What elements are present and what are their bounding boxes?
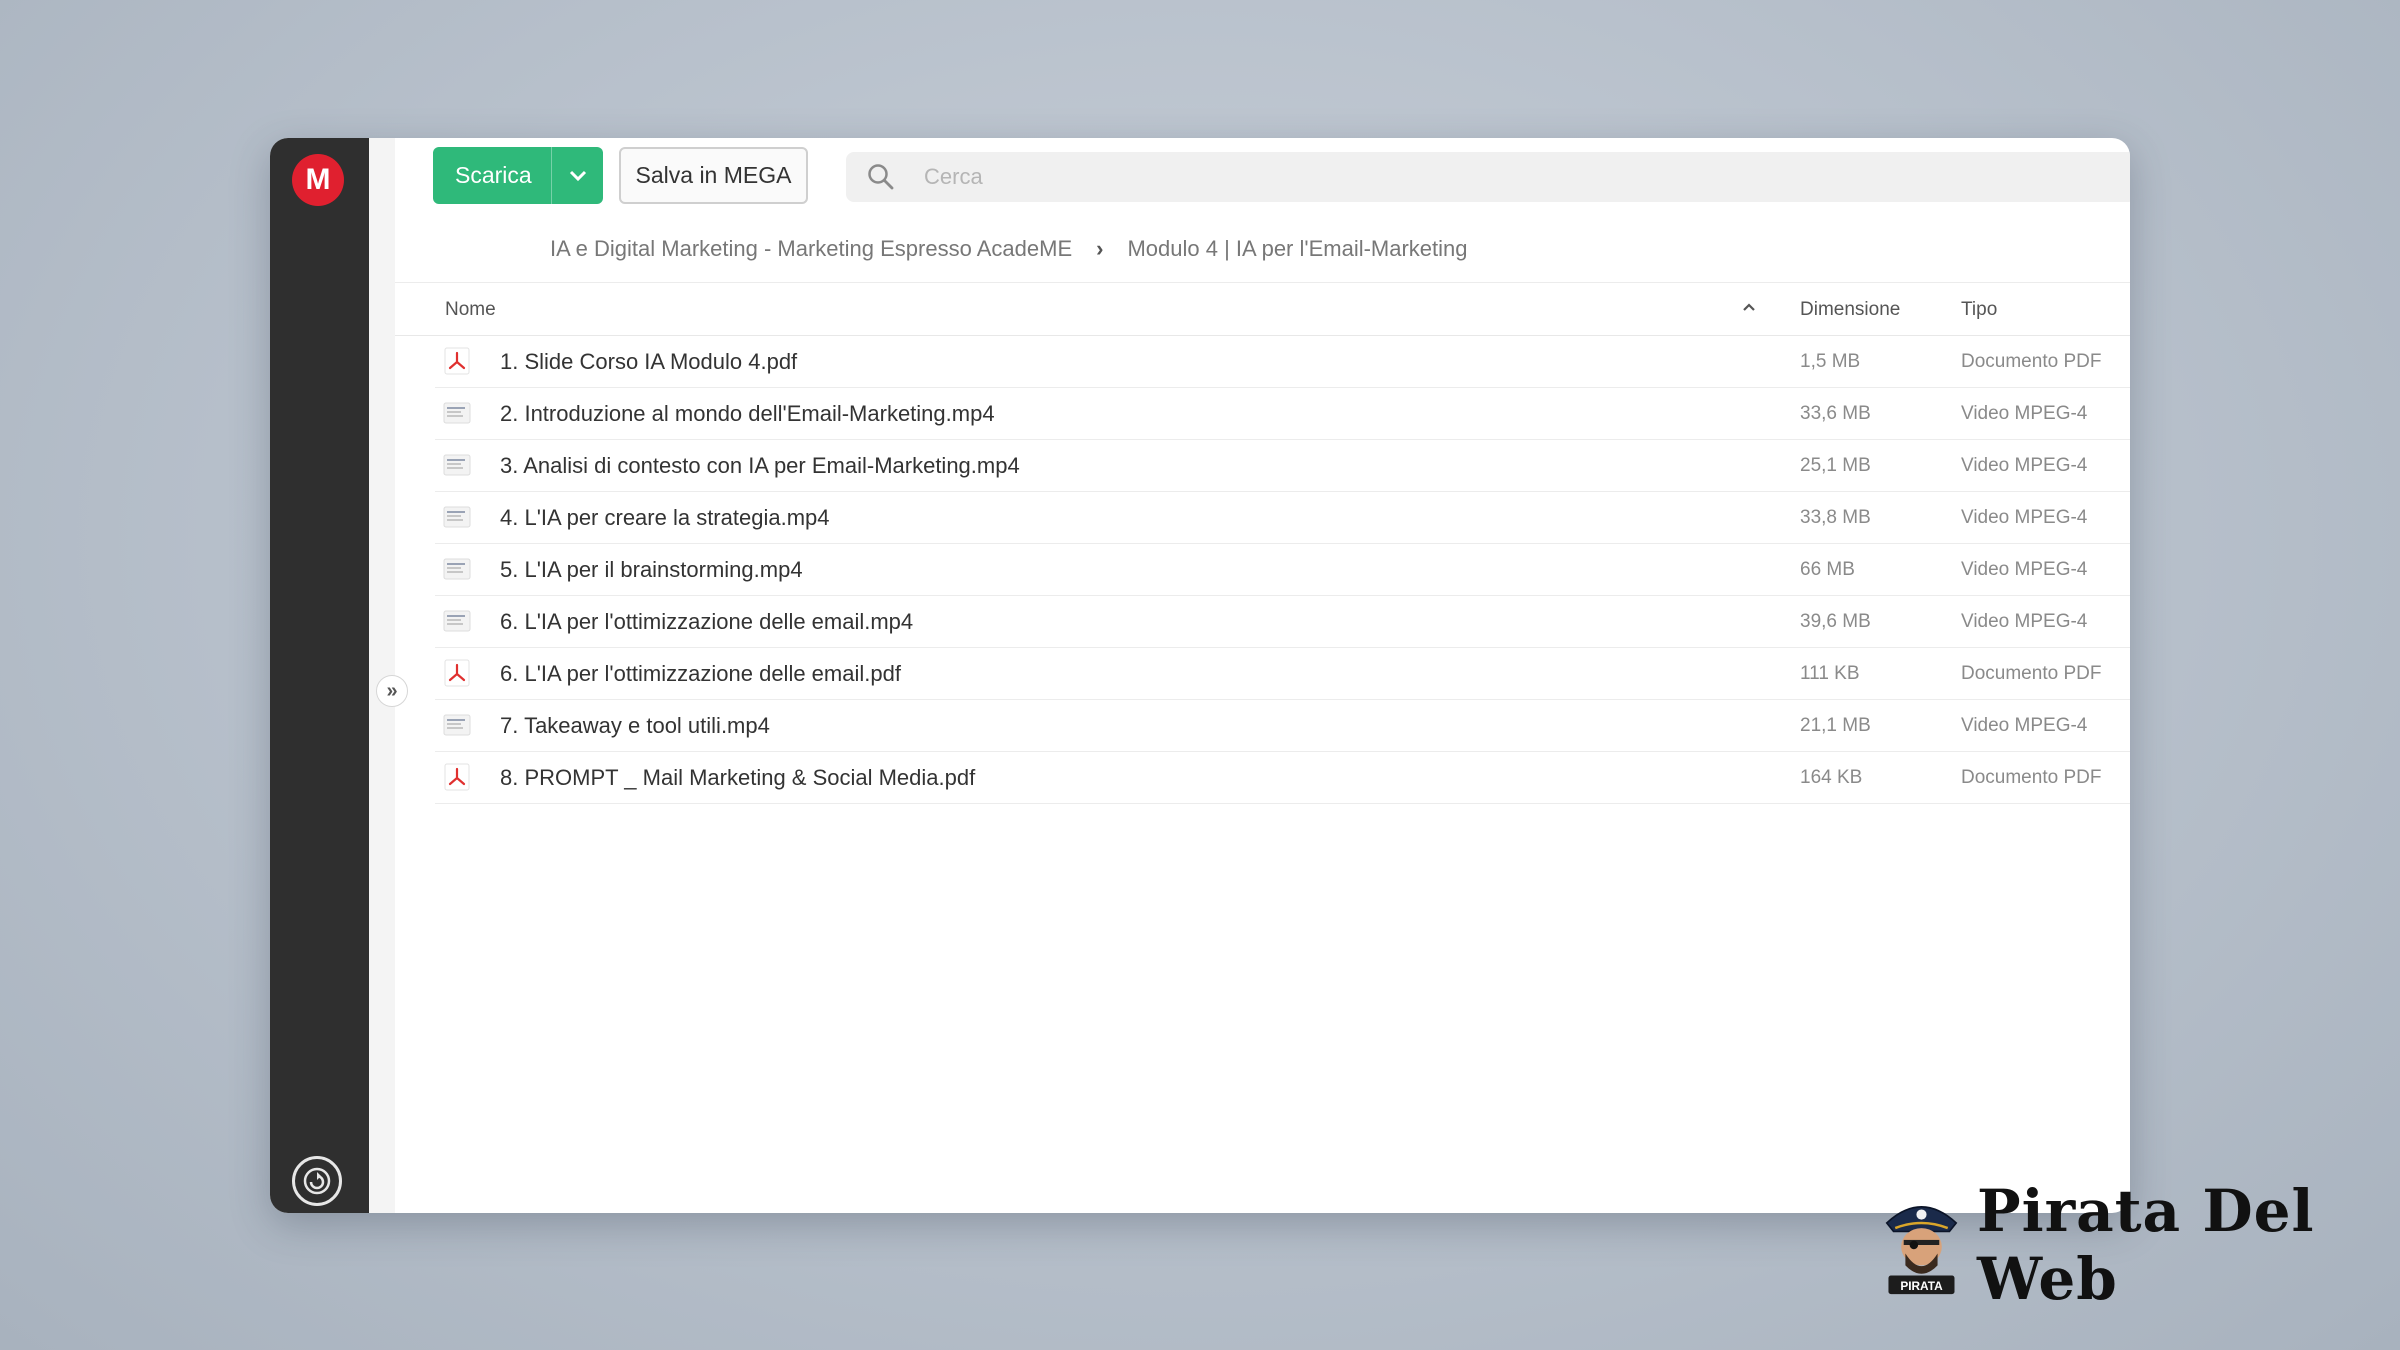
file-size: 66 MB bbox=[1800, 559, 1855, 580]
file-table: Nome Dimensione Tipo 1. Slide Corso IA M… bbox=[395, 282, 2130, 804]
sort-ascending-icon[interactable] bbox=[1741, 297, 1757, 319]
file-type: Documento PDF bbox=[1961, 663, 2102, 684]
pdf-icon bbox=[443, 763, 471, 791]
table-row[interactable]: 1. Slide Corso IA Modulo 4.pdf 1,5 MB Docu… bbox=[435, 336, 2130, 388]
file-type: Video MPEG-4 bbox=[1961, 559, 2088, 580]
column-type-header[interactable]: Tipo bbox=[1961, 299, 1997, 321]
save-to-mega-button[interactable]: Salva in MEGA bbox=[619, 147, 808, 204]
file-name[interactable]: 2. Introduzione al mondo dell'Email-Mark… bbox=[500, 401, 995, 427]
table-row[interactable]: 5. L'IA per il brainstorming.mp4 66 MB Vid… bbox=[435, 544, 2130, 596]
video-thumbnail-icon bbox=[443, 555, 471, 583]
table-header: Nome Dimensione Tipo bbox=[395, 282, 2130, 336]
account-icon[interactable] bbox=[292, 1156, 342, 1206]
column-name-header[interactable]: Nome bbox=[445, 299, 496, 321]
search-input[interactable] bbox=[922, 163, 2026, 191]
file-name[interactable]: 6. L'IA per l'ottimizzazione delle email… bbox=[500, 661, 901, 687]
file-size: 25,1 MB bbox=[1800, 455, 1871, 476]
video-thumbnail-icon bbox=[443, 503, 471, 531]
breadcrumb: IA e Digital Marketing - Marketing Espre… bbox=[550, 226, 1468, 272]
chevron-down-icon[interactable] bbox=[552, 170, 603, 182]
breadcrumb-parent[interactable]: IA e Digital Marketing - Marketing Espre… bbox=[550, 236, 1072, 262]
brand-name: Pirata Del Web bbox=[1976, 1177, 2315, 1313]
file-type: Documento PDF bbox=[1961, 767, 2102, 788]
table-row[interactable]: 6. L'IA per l'ottimizzazione delle email… bbox=[435, 596, 2130, 648]
file-list: 1. Slide Corso IA Modulo 4.pdf 1,5 MB Docu… bbox=[395, 336, 2130, 804]
pdf-icon bbox=[443, 659, 471, 687]
breadcrumb-current[interactable]: Modulo 4 | IA per l'Email-Marketing bbox=[1127, 236, 1467, 262]
file-name[interactable]: 5. L'IA per il brainstorming.mp4 bbox=[500, 557, 803, 583]
file-type: Documento PDF bbox=[1961, 351, 2102, 372]
mega-window: M » Scarica Salva in MEGA IA e Digi bbox=[270, 138, 2130, 1213]
video-thumbnail-icon bbox=[443, 711, 471, 739]
table-row[interactable]: 7. Takeaway e tool utili.mp4 21,1 MB Video… bbox=[435, 700, 2130, 752]
video-thumbnail-icon bbox=[443, 451, 471, 479]
brand-watermark: PIRATA Pirata Del Web bbox=[1880, 1177, 2400, 1313]
table-row[interactable]: 3. Analisi di contesto con IA per Email-… bbox=[435, 440, 2130, 492]
file-name[interactable]: 7. Takeaway e tool utili.mp4 bbox=[500, 713, 770, 739]
file-type: Video MPEG-4 bbox=[1961, 715, 2088, 736]
table-row[interactable]: 8. PROMPT _ Mail Marketing & Social Medi… bbox=[435, 752, 2130, 804]
video-thumbnail-icon bbox=[443, 399, 471, 427]
file-size: 21,1 MB bbox=[1800, 715, 1871, 736]
file-size: 33,6 MB bbox=[1800, 403, 1871, 424]
pirate-mascot-icon: PIRATA bbox=[1885, 1206, 1958, 1295]
download-button[interactable]: Scarica bbox=[433, 147, 603, 204]
mascot-label: PIRATA bbox=[1900, 1279, 1943, 1293]
file-size: 1,5 MB bbox=[1800, 351, 1861, 372]
table-row[interactable]: 2. Introduzione al mondo dell'Email-Mark… bbox=[435, 388, 2130, 440]
column-size-header[interactable]: Dimensione bbox=[1800, 299, 1900, 321]
file-name[interactable]: 6. L'IA per l'ottimizzazione delle email… bbox=[500, 609, 913, 635]
file-size: 111 KB bbox=[1800, 663, 1860, 684]
left-rail: M bbox=[270, 138, 369, 1213]
file-name[interactable]: 3. Analisi di contesto con IA per Email-… bbox=[500, 453, 1020, 479]
mega-logo-icon[interactable]: M bbox=[292, 154, 344, 206]
table-row[interactable]: 4. L'IA per creare la strategia.mp4 33,8 … bbox=[435, 492, 2130, 544]
download-button-label: Scarica bbox=[455, 162, 532, 188]
file-name[interactable]: 4. L'IA per creare la strategia.mp4 bbox=[500, 505, 829, 531]
file-name[interactable]: 8. PROMPT _ Mail Marketing & Social Medi… bbox=[500, 765, 975, 791]
pdf-icon bbox=[443, 347, 471, 375]
file-type: Video MPEG-4 bbox=[1961, 611, 2088, 632]
file-size: 39,6 MB bbox=[1800, 611, 1871, 632]
table-row[interactable]: 6. L'IA per l'ottimizzazione delle email… bbox=[435, 648, 2130, 700]
search-icon bbox=[846, 162, 916, 192]
file-size: 33,8 MB bbox=[1800, 507, 1871, 528]
file-type: Video MPEG-4 bbox=[1961, 507, 2088, 528]
file-name[interactable]: 1. Slide Corso IA Modulo 4.pdf bbox=[500, 349, 797, 375]
search-bar[interactable] bbox=[846, 152, 2130, 202]
file-type: Video MPEG-4 bbox=[1961, 403, 2088, 424]
chevron-right-icon: › bbox=[1096, 236, 1104, 261]
file-type: Video MPEG-4 bbox=[1961, 455, 2088, 476]
file-size: 164 KB bbox=[1800, 767, 1863, 788]
video-thumbnail-icon bbox=[443, 607, 471, 635]
